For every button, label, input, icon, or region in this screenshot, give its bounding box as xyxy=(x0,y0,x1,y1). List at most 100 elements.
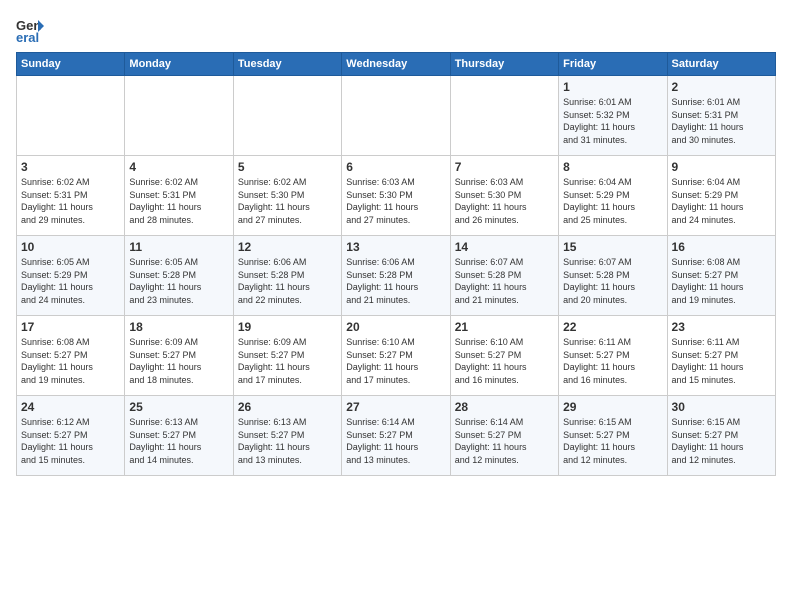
day-number: 20 xyxy=(346,320,445,334)
day-info: Sunrise: 6:12 AM Sunset: 5:27 PM Dayligh… xyxy=(21,416,120,466)
day-number: 14 xyxy=(455,240,554,254)
day-number: 24 xyxy=(21,400,120,414)
day-number: 29 xyxy=(563,400,662,414)
calendar-week-5: 24 Sunrise: 6:12 AM Sunset: 5:27 PM Dayli… xyxy=(17,396,776,476)
svg-text:eral: eral xyxy=(16,30,39,44)
calendar-cell: 27 Sunrise: 6:14 AM Sunset: 5:27 PM Dayli… xyxy=(342,396,450,476)
day-number: 26 xyxy=(238,400,337,414)
calendar-cell: 2 Sunrise: 6:01 AM Sunset: 5:31 PM Daylig… xyxy=(667,76,775,156)
day-number: 6 xyxy=(346,160,445,174)
day-header-thursday: Thursday xyxy=(450,53,558,76)
day-info: Sunrise: 6:13 AM Sunset: 5:27 PM Dayligh… xyxy=(238,416,337,466)
calendar-cell xyxy=(17,76,125,156)
day-number: 21 xyxy=(455,320,554,334)
day-number: 28 xyxy=(455,400,554,414)
day-number: 27 xyxy=(346,400,445,414)
day-info: Sunrise: 6:02 AM Sunset: 5:31 PM Dayligh… xyxy=(21,176,120,226)
day-header-sunday: Sunday xyxy=(17,53,125,76)
day-info: Sunrise: 6:05 AM Sunset: 5:29 PM Dayligh… xyxy=(21,256,120,306)
day-info: Sunrise: 6:03 AM Sunset: 5:30 PM Dayligh… xyxy=(455,176,554,226)
calendar-cell: 15 Sunrise: 6:07 AM Sunset: 5:28 PM Dayli… xyxy=(559,236,667,316)
calendar-cell: 13 Sunrise: 6:06 AM Sunset: 5:28 PM Dayli… xyxy=(342,236,450,316)
calendar-cell: 6Sunrise: 6:03 AM Sunset: 5:30 PM Daylig… xyxy=(342,156,450,236)
calendar-cell: 18Sunrise: 6:09 AM Sunset: 5:27 PM Dayli… xyxy=(125,316,233,396)
calendar-cell: 9 Sunrise: 6:04 AM Sunset: 5:29 PM Daylig… xyxy=(667,156,775,236)
day-number: 2 xyxy=(672,80,771,94)
calendar-cell: 8 Sunrise: 6:04 AM Sunset: 5:29 PM Daylig… xyxy=(559,156,667,236)
day-number: 25 xyxy=(129,400,228,414)
calendar-cell: 11 Sunrise: 6:05 AM Sunset: 5:28 PM Dayli… xyxy=(125,236,233,316)
day-header-monday: Monday xyxy=(125,53,233,76)
calendar-cell xyxy=(125,76,233,156)
day-number: 30 xyxy=(672,400,771,414)
day-info: Sunrise: 6:06 AM Sunset: 5:28 PM Dayligh… xyxy=(346,256,445,306)
day-number: 19 xyxy=(238,320,337,334)
calendar-cell xyxy=(450,76,558,156)
day-number: 7 xyxy=(455,160,554,174)
day-info: Sunrise: 6:06 AM Sunset: 5:28 PM Dayligh… xyxy=(238,256,337,306)
day-header-friday: Friday xyxy=(559,53,667,76)
day-info: Sunrise: 6:14 AM Sunset: 5:27 PM Dayligh… xyxy=(346,416,445,466)
day-header-tuesday: Tuesday xyxy=(233,53,341,76)
day-info: Sunrise: 6:10 AM Sunset: 5:27 PM Dayligh… xyxy=(346,336,445,386)
calendar-cell: 7 Sunrise: 6:03 AM Sunset: 5:30 PM Daylig… xyxy=(450,156,558,236)
day-number: 23 xyxy=(672,320,771,334)
calendar-week-4: 17 Sunrise: 6:08 AM Sunset: 5:27 PM Dayli… xyxy=(17,316,776,396)
day-info: Sunrise: 6:02 AM Sunset: 5:31 PM Dayligh… xyxy=(129,176,228,226)
calendar-cell: 16 Sunrise: 6:08 AM Sunset: 5:27 PM Dayli… xyxy=(667,236,775,316)
day-info: Sunrise: 6:07 AM Sunset: 5:28 PM Dayligh… xyxy=(563,256,662,306)
day-info: Sunrise: 6:14 AM Sunset: 5:27 PM Dayligh… xyxy=(455,416,554,466)
page-header: Gen eral xyxy=(16,16,776,44)
calendar-cell xyxy=(342,76,450,156)
day-info: Sunrise: 6:13 AM Sunset: 5:27 PM Dayligh… xyxy=(129,416,228,466)
day-info: Sunrise: 6:11 AM Sunset: 5:27 PM Dayligh… xyxy=(563,336,662,386)
calendar-cell: 23 Sunrise: 6:11 AM Sunset: 5:27 PM Dayli… xyxy=(667,316,775,396)
calendar-cell: 3 Sunrise: 6:02 AM Sunset: 5:31 PM Daylig… xyxy=(17,156,125,236)
day-info: Sunrise: 6:08 AM Sunset: 5:27 PM Dayligh… xyxy=(672,256,771,306)
calendar-week-3: 10 Sunrise: 6:05 AM Sunset: 5:29 PM Dayli… xyxy=(17,236,776,316)
calendar-cell: 26 Sunrise: 6:13 AM Sunset: 5:27 PM Dayli… xyxy=(233,396,341,476)
logo: Gen eral xyxy=(16,16,48,44)
day-number: 16 xyxy=(672,240,771,254)
days-header-row: SundayMondayTuesdayWednesdayThursdayFrid… xyxy=(17,53,776,76)
day-info: Sunrise: 6:09 AM Sunset: 5:27 PM Dayligh… xyxy=(129,336,228,386)
day-info: Sunrise: 6:09 AM Sunset: 5:27 PM Dayligh… xyxy=(238,336,337,386)
day-number: 8 xyxy=(563,160,662,174)
day-number: 9 xyxy=(672,160,771,174)
day-info: Sunrise: 6:04 AM Sunset: 5:29 PM Dayligh… xyxy=(563,176,662,226)
calendar-cell: 4 Sunrise: 6:02 AM Sunset: 5:31 PM Daylig… xyxy=(125,156,233,236)
day-number: 22 xyxy=(563,320,662,334)
day-number: 11 xyxy=(129,240,228,254)
calendar-cell: 28 Sunrise: 6:14 AM Sunset: 5:27 PM Dayli… xyxy=(450,396,558,476)
day-info: Sunrise: 6:07 AM Sunset: 5:28 PM Dayligh… xyxy=(455,256,554,306)
calendar-cell: 21 Sunrise: 6:10 AM Sunset: 5:27 PM Dayli… xyxy=(450,316,558,396)
day-info: Sunrise: 6:05 AM Sunset: 5:28 PM Dayligh… xyxy=(129,256,228,306)
day-info: Sunrise: 6:08 AM Sunset: 5:27 PM Dayligh… xyxy=(21,336,120,386)
day-number: 17 xyxy=(21,320,120,334)
day-number: 3 xyxy=(21,160,120,174)
calendar-cell: 24 Sunrise: 6:12 AM Sunset: 5:27 PM Dayli… xyxy=(17,396,125,476)
day-number: 5 xyxy=(238,160,337,174)
calendar-cell: 14 Sunrise: 6:07 AM Sunset: 5:28 PM Dayli… xyxy=(450,236,558,316)
day-info: Sunrise: 6:04 AM Sunset: 5:29 PM Dayligh… xyxy=(672,176,771,226)
day-number: 15 xyxy=(563,240,662,254)
day-number: 1 xyxy=(563,80,662,94)
calendar-cell: 30Sunrise: 6:15 AM Sunset: 5:27 PM Dayli… xyxy=(667,396,775,476)
day-info: Sunrise: 6:02 AM Sunset: 5:30 PM Dayligh… xyxy=(238,176,337,226)
calendar-cell: 25 Sunrise: 6:13 AM Sunset: 5:27 PM Dayli… xyxy=(125,396,233,476)
day-number: 12 xyxy=(238,240,337,254)
calendar-cell: 17 Sunrise: 6:08 AM Sunset: 5:27 PM Dayli… xyxy=(17,316,125,396)
day-number: 10 xyxy=(21,240,120,254)
calendar-cell: 22 Sunrise: 6:11 AM Sunset: 5:27 PM Dayli… xyxy=(559,316,667,396)
calendar-cell: 10 Sunrise: 6:05 AM Sunset: 5:29 PM Dayli… xyxy=(17,236,125,316)
day-info: Sunrise: 6:10 AM Sunset: 5:27 PM Dayligh… xyxy=(455,336,554,386)
day-info: Sunrise: 6:01 AM Sunset: 5:31 PM Dayligh… xyxy=(672,96,771,146)
day-header-saturday: Saturday xyxy=(667,53,775,76)
calendar-cell: 12 Sunrise: 6:06 AM Sunset: 5:28 PM Dayli… xyxy=(233,236,341,316)
day-number: 13 xyxy=(346,240,445,254)
day-info: Sunrise: 6:11 AM Sunset: 5:27 PM Dayligh… xyxy=(672,336,771,386)
logo-icon: Gen eral xyxy=(16,16,44,44)
calendar-cell xyxy=(233,76,341,156)
calendar-cell: 1Sunrise: 6:01 AM Sunset: 5:32 PM Daylig… xyxy=(559,76,667,156)
day-number: 4 xyxy=(129,160,228,174)
